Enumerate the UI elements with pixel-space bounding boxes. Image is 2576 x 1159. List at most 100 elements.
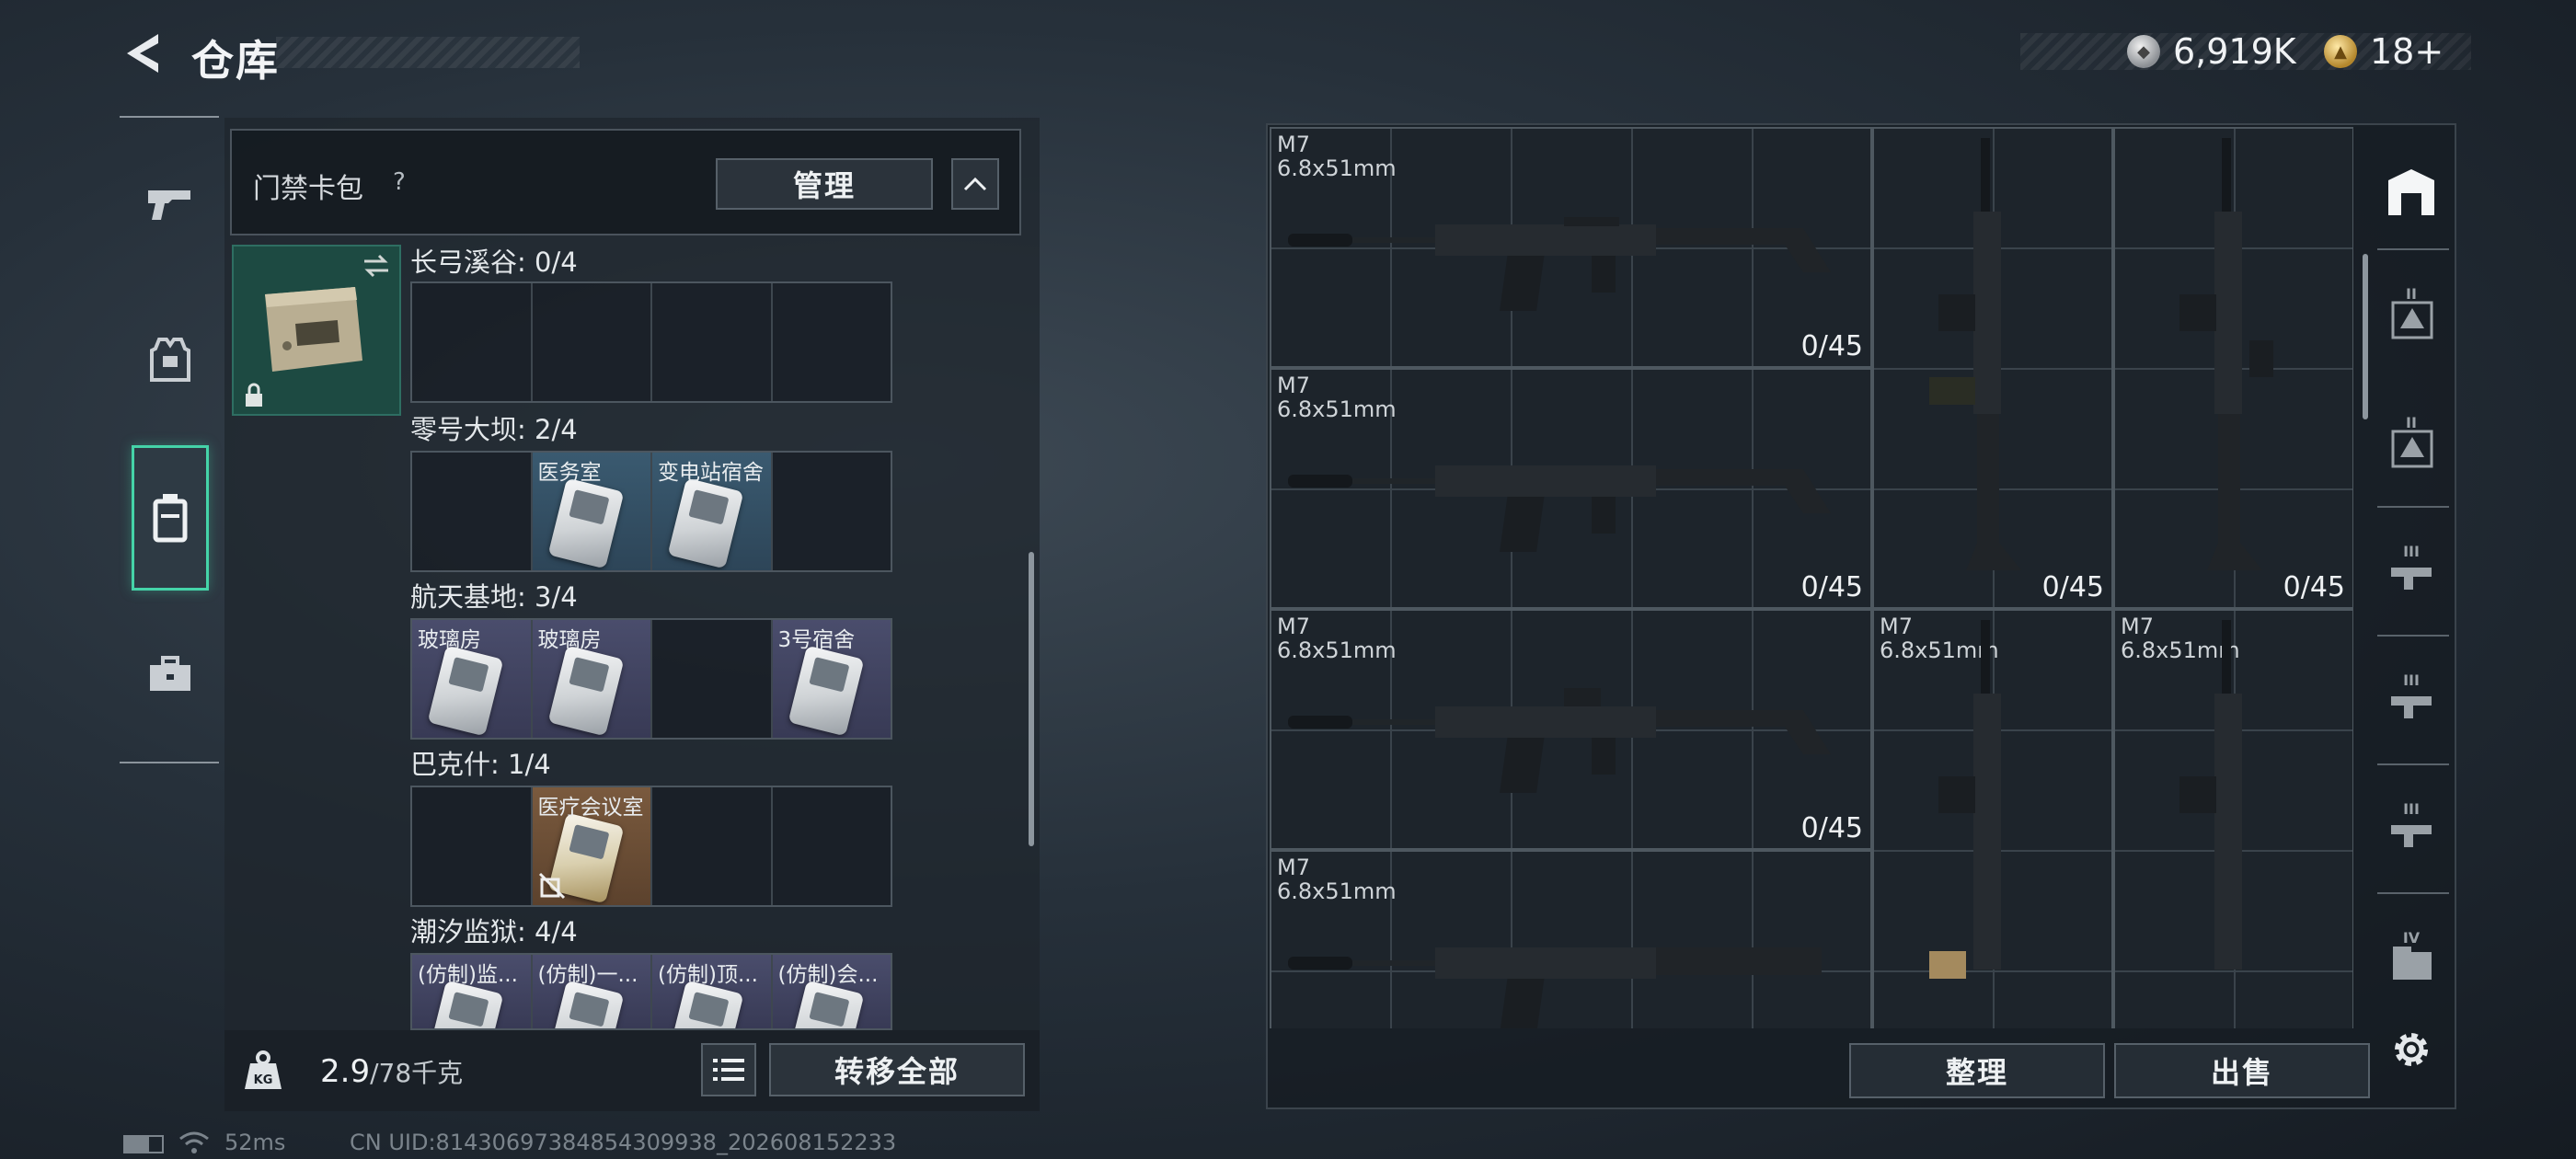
category-equipment[interactable] [132, 300, 209, 419]
keycard-slot[interactable] [412, 453, 533, 570]
location-slot-row: 医疗会议室 [410, 786, 892, 907]
keycard-slot[interactable]: (仿制)会... [772, 955, 891, 1028]
list-icon [713, 1059, 744, 1081]
collapse-button[interactable] [951, 158, 999, 210]
back-arrow-icon [127, 34, 158, 73]
sort-button[interactable]: 整理 [1849, 1043, 2105, 1098]
gold-currency-amount[interactable]: 18+ [2370, 31, 2444, 72]
keycard-slot[interactable]: 玻璃房 [412, 620, 533, 738]
rifle-vertical-icon [2179, 620, 2242, 970]
keycard-slot[interactable]: 变电站宿舍 [652, 453, 773, 570]
keycard-label: (仿制)一... [537, 963, 638, 987]
keycard-label: 玻璃房 [418, 628, 481, 652]
warehouse-scrollbar[interactable] [2363, 254, 2368, 419]
keycard-slot[interactable]: (仿制)监... [412, 955, 533, 1028]
category-weapons[interactable] [132, 143, 209, 263]
sell-button[interactable]: 出售 [2114, 1043, 2370, 1098]
weapon-item[interactable]: M7 6.8x51mm [1872, 609, 2113, 1028]
keycard-image [788, 645, 864, 737]
keycard-slot[interactable]: 医疗会议室 [532, 787, 652, 905]
keycard-slot[interactable]: (仿制)一... [532, 955, 652, 1028]
warehouse-tab-6[interactable]: III [2379, 800, 2444, 865]
back-button[interactable] [120, 28, 166, 79]
keycard-image [547, 645, 624, 737]
keycard-label: 医疗会议室 [537, 796, 644, 820]
category-nav-bottom-divider [120, 762, 219, 763]
warehouse-tab-4[interactable]: III [2379, 543, 2444, 607]
warehouse-tab-2[interactable]: II [2379, 285, 2444, 350]
ammo-count: 0/45 [2283, 571, 2345, 603]
weapon-name: M7 [1277, 614, 1310, 639]
weapon-item[interactable]: M7 6.8x51mm [1270, 850, 1872, 1028]
title-decoration [276, 37, 580, 68]
keycard-pack-label: 门禁卡包 [253, 173, 363, 205]
category-containers[interactable] [132, 445, 209, 591]
chevron-up-icon [963, 177, 987, 191]
location-title: 潮汐监狱: 4/4 [410, 916, 578, 947]
weapon-name: M7 [1880, 614, 1913, 639]
keycard-slot[interactable]: 医务室 [532, 453, 652, 570]
broken-card-icon [538, 872, 565, 900]
list-view-button[interactable] [701, 1043, 756, 1096]
keycard-slot[interactable] [412, 283, 533, 401]
ammo-count: 0/45 [1800, 812, 1863, 844]
rifle-icon [1288, 217, 1831, 311]
tier-label: III [2403, 800, 2420, 818]
location-title: 巴克什: 1/4 [410, 749, 551, 780]
weapon-item[interactable]: 0/45 [2113, 127, 2353, 609]
weapon-name: M7 [1277, 373, 1310, 398]
keycard-slot[interactable] [773, 787, 891, 905]
weapon-item[interactable]: M7 6.8x51mm 0/45 [1270, 368, 1872, 609]
keycard-label: 医务室 [537, 461, 602, 485]
keycard-slot[interactable]: (仿制)顶... [652, 955, 773, 1028]
warehouse-tab-7[interactable]: IV [2379, 929, 2444, 993]
weight-icon: KG [241, 1049, 285, 1093]
keycard-list-scrollbar[interactable] [1029, 552, 1034, 846]
category-nav-top-divider [120, 116, 219, 118]
keycard-pack-item[interactable] [232, 245, 401, 416]
keycard-slot[interactable] [773, 283, 891, 401]
weapon-item[interactable]: M7 6.8x51mm 0/45 [1270, 127, 1872, 368]
location-title: 航天基地: 3/4 [410, 581, 578, 613]
warehouse-tab-5[interactable]: III [2379, 671, 2444, 736]
warehouse-tab-all[interactable] [2379, 160, 2444, 224]
lock-icon [246, 383, 262, 407]
rifle-vertical-icon [1929, 138, 2021, 570]
keycard-slot[interactable]: 玻璃房 [532, 620, 652, 738]
weapon-item[interactable]: M7 6.8x51mm [2113, 609, 2353, 1028]
weapon-name: M7 [1277, 855, 1310, 880]
location-title: 零号大坝: 2/4 [410, 414, 578, 445]
swap-icon [364, 254, 388, 278]
svg-text:KG: KG [254, 1073, 273, 1087]
tab-divider [2377, 763, 2449, 765]
keycard-slot[interactable] [773, 453, 891, 570]
keycard-image [667, 477, 744, 569]
rifle-icon [1288, 947, 1822, 1028]
tab-divider [2377, 506, 2449, 508]
keycard-slot[interactable] [652, 787, 773, 905]
weapon-item[interactable]: M7 6.8x51mm 0/45 [1270, 609, 1872, 850]
keycard-holder-icon [153, 494, 188, 543]
keycard-slot[interactable] [533, 283, 652, 401]
weapon-item[interactable]: 0/45 [1872, 127, 2113, 609]
gear-icon [2395, 1033, 2428, 1066]
tier-label: II [2406, 414, 2417, 431]
weapon-caliber: 6.8x51mm [1277, 396, 1397, 422]
gold-coin-icon: ▲ [2324, 35, 2357, 68]
transfer-all-button[interactable]: 转移全部 [769, 1043, 1025, 1096]
manage-button[interactable]: 管理 [716, 158, 933, 210]
warehouse-tab-3[interactable]: II [2379, 414, 2444, 478]
keycard-slot[interactable] [652, 620, 773, 738]
keycard-image [547, 477, 624, 569]
location-slot-row: 玻璃房 玻璃房 3号宿舍 [410, 618, 892, 740]
weapon-caliber: 6.8x51mm [1277, 637, 1397, 663]
weapon-name: M7 [2121, 614, 2154, 639]
location-slot-row: (仿制)监... (仿制)一... (仿制)顶... (仿制)会... [410, 953, 892, 1030]
tier-label: III [2403, 671, 2420, 689]
settings-button[interactable] [2379, 1017, 2444, 1082]
category-supplies[interactable] [132, 614, 209, 734]
keycard-slot[interactable] [412, 787, 533, 905]
rifle-vertical-icon [1929, 620, 2001, 979]
keycard-slot[interactable]: 3号宿舍 [772, 620, 891, 738]
keycard-slot[interactable] [652, 283, 773, 401]
